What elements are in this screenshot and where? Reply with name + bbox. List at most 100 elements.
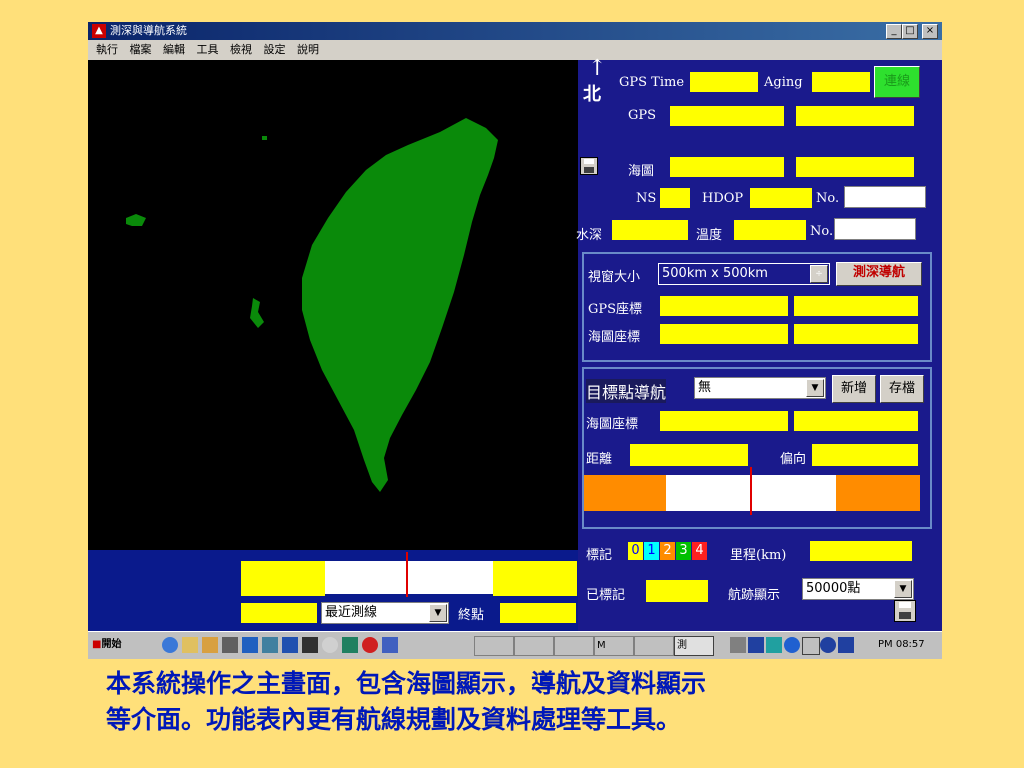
hdop-label: HDOP [702, 191, 744, 206]
task-button-2[interactable] [514, 636, 554, 656]
chart-field-2 [796, 157, 914, 177]
save-disk-icon[interactable] [580, 157, 598, 175]
track-label: 航跡顯示 [728, 588, 781, 603]
ns-field [660, 188, 690, 208]
route-start-field[interactable] [241, 603, 317, 623]
display-icon[interactable] [262, 637, 278, 653]
browser-icon[interactable] [162, 637, 178, 653]
cd-icon[interactable] [322, 637, 338, 653]
tray-icon-1[interactable] [748, 637, 764, 653]
app-icon: ▲ [92, 24, 106, 38]
speaker-icon[interactable] [730, 637, 746, 653]
gps-coord-field-1 [660, 296, 788, 316]
connect-button[interactable]: 連線 [874, 66, 920, 98]
help-icon[interactable] [382, 637, 398, 653]
menu-file[interactable]: 檔案 [130, 40, 152, 60]
gps-coord-field-2 [794, 296, 918, 316]
view-group: 視窗大小 500km x 500km ÷ 測深導航 GPS座標 海圖座標 [582, 252, 932, 362]
ns-label: NS [636, 191, 657, 206]
task-button-1[interactable] [474, 636, 514, 656]
mark-1-button[interactable]: 1 [644, 542, 659, 560]
spin-icon[interactable]: ÷ [810, 265, 828, 283]
player-icon[interactable] [362, 637, 378, 653]
depth-label: 水深 [576, 228, 603, 243]
no-field-2[interactable] [834, 218, 916, 240]
tray-icon-4[interactable] [802, 637, 820, 655]
chart-coord-label: 海圖座標 [588, 330, 641, 345]
marks-label: 標記 [586, 548, 613, 563]
dropdown-arrow-icon[interactable]: ▼ [894, 580, 912, 598]
tray-icon-2[interactable] [766, 637, 782, 653]
task-button-3[interactable] [554, 636, 594, 656]
gps-time-field [690, 72, 758, 92]
menu-run[interactable]: 執行 [96, 40, 118, 60]
north-label: 北 [583, 84, 601, 105]
media-icon[interactable] [302, 637, 318, 653]
word-icon[interactable] [282, 637, 298, 653]
hdop-field [750, 188, 812, 208]
gps-coord-label: GPS座標 [588, 302, 643, 317]
view-size-select[interactable]: 500km x 500km ÷ [658, 263, 830, 285]
menu-edit[interactable]: 編輯 [163, 40, 185, 60]
notepad-icon[interactable] [202, 637, 218, 653]
ime-icon[interactable] [838, 637, 854, 653]
maximize-button[interactable]: □ [902, 24, 918, 39]
target-nav-label: 目標點導航 [586, 379, 667, 403]
start-label: 開始 [101, 639, 122, 650]
no-field-1[interactable] [844, 186, 926, 208]
no-label-2: No. [810, 224, 834, 239]
task-button-6[interactable]: 測 [674, 636, 714, 656]
mark-3-button[interactable]: 3 [676, 542, 691, 560]
track-select[interactable]: 50000點 ▼ [802, 578, 914, 600]
target-coord-field-2 [794, 411, 918, 431]
nav-mode-button[interactable]: 測深導航 [836, 262, 922, 286]
task-button-5[interactable] [634, 636, 674, 656]
route-select[interactable]: 最近測線 ▼ [321, 602, 449, 624]
mark-0-button[interactable]: 0 [628, 542, 643, 560]
north-arrow-icon: ↑ [588, 56, 607, 81]
mark-4-button[interactable]: 4 [692, 542, 707, 560]
distance-label: 距離 [586, 452, 613, 467]
close-button[interactable]: × [922, 24, 938, 39]
taiwan-island [302, 118, 498, 492]
route-end-field[interactable] [500, 603, 576, 623]
kinmen-island [126, 214, 146, 226]
save-target-button[interactable]: 存檔 [880, 375, 924, 403]
chart-coord-field-1 [660, 324, 788, 344]
add-target-button[interactable]: 新增 [832, 375, 876, 403]
network-icon[interactable] [242, 637, 258, 653]
menu-tools[interactable]: 工具 [197, 40, 219, 60]
chart-map[interactable] [88, 60, 578, 550]
caption-line-1: 本系統操作之主畫面，包含海圖顯示，導航及資料顯示 [106, 669, 707, 698]
gps-time-label: GPS Time [619, 75, 685, 90]
route-bar-right [493, 561, 577, 596]
minimize-button[interactable]: _ [886, 24, 902, 39]
desktop-icon[interactable] [182, 637, 198, 653]
dropdown-arrow-icon[interactable]: ▼ [429, 604, 447, 622]
menu-settings[interactable]: 設定 [264, 40, 286, 60]
taskbar: ■開始 M 測 PM 08:57 [88, 631, 942, 659]
app-window: ▲ 測深與導航系統 _ □ × 執行 檔案 編輯 工具 檢視 設定 說明 最近測… [88, 22, 942, 659]
marked-field [646, 580, 708, 602]
menu-view[interactable]: 檢視 [230, 40, 252, 60]
window-title: 測深與導航系統 [110, 24, 187, 37]
menu-help[interactable]: 說明 [297, 40, 319, 60]
dropdown-arrow-icon[interactable]: ▼ [806, 379, 824, 397]
aging-label: Aging [764, 75, 803, 90]
tool-icon[interactable] [222, 637, 238, 653]
gps-field-2 [796, 106, 914, 126]
taiwan-map [126, 118, 498, 492]
track-select-value: 50000點 [806, 581, 861, 596]
start-button[interactable]: ■開始 [92, 636, 121, 654]
view-size-label: 視窗大小 [588, 270, 641, 285]
chart-app-icon[interactable] [342, 637, 358, 653]
target-select[interactable]: 無 ▼ [694, 377, 826, 399]
mark-2-button[interactable]: 2 [660, 542, 675, 560]
tray-icon-3[interactable] [784, 637, 800, 653]
title-bar: ▲ 測深與導航系統 _ □ × [88, 22, 942, 40]
task-button-4[interactable]: M [594, 636, 634, 656]
route-bar-left [241, 561, 325, 596]
save-disk-icon[interactable] [894, 600, 916, 622]
tray-icon-5[interactable] [820, 637, 836, 653]
temp-field [734, 220, 806, 240]
